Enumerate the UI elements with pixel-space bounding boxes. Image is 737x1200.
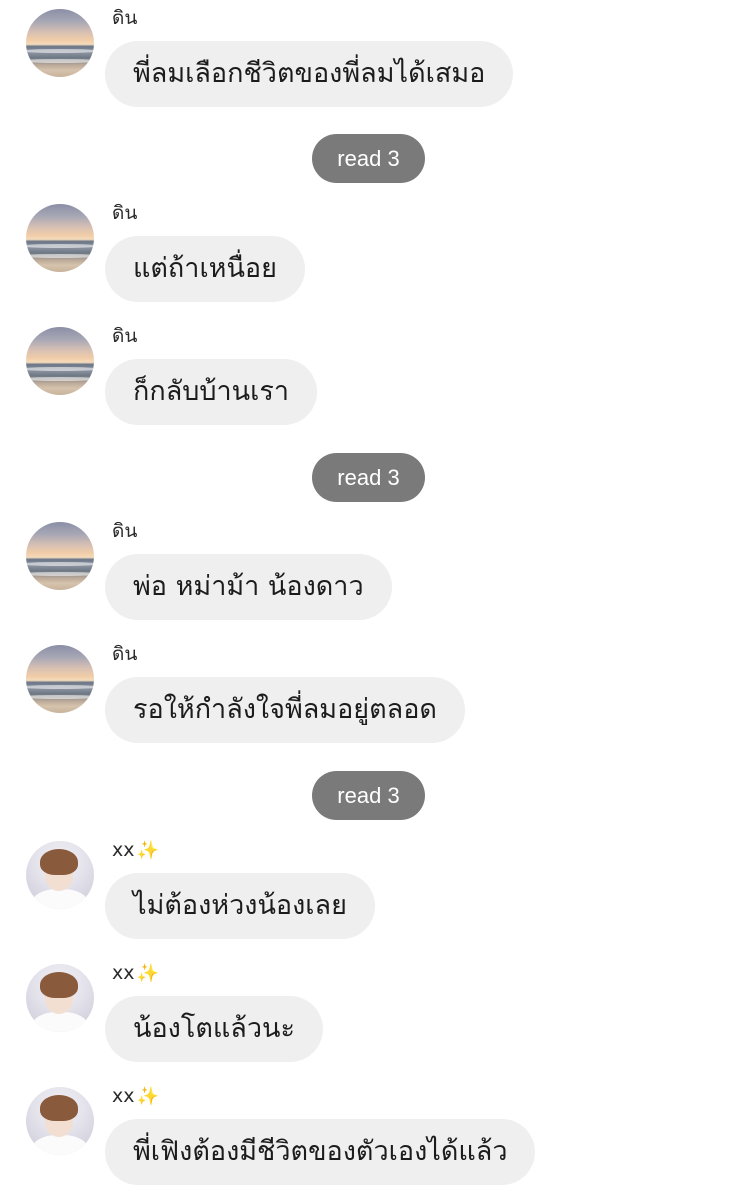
message-bubble[interactable]: พี่เฟิงต้องมีชีวิตของตัวเองได้แล้ว xyxy=(105,1119,536,1185)
message-bubble[interactable]: พ่อ หม่าม้า น้องดาว xyxy=(105,554,392,620)
sparkles-icon: ✨ xyxy=(136,1086,159,1107)
read-receipt-badge: read 3 xyxy=(312,134,425,183)
chat-thread: ดิน พี่ลมเลือกชีวิตของพี่ลมได้เสมอ read … xyxy=(0,0,737,1200)
sender-name: ดิน xyxy=(112,520,138,542)
sender-name: xx ✨ xyxy=(112,1085,159,1107)
message-row: ดิน รอให้กำลังใจพี่ลมอยู่ตลอด xyxy=(0,636,737,746)
message-row: ดิน ก็กลับบ้านเรา xyxy=(0,318,737,428)
avatar[interactable] xyxy=(26,204,94,272)
avatar[interactable] xyxy=(26,522,94,590)
sender-name: ดิน xyxy=(112,7,138,29)
message-row: xx ✨ พี่เฟิงต้องมีชีวิตของตัวเองได้แล้ว xyxy=(0,1078,737,1188)
avatar[interactable] xyxy=(26,645,94,713)
message-bubble[interactable]: พี่ลมเลือกชีวิตของพี่ลมได้เสมอ xyxy=(105,41,514,107)
sparkles-icon: ✨ xyxy=(136,963,159,984)
message-row: ดิน พี่ลมเลือกชีวิตของพี่ลมได้เสมอ xyxy=(0,0,737,110)
avatar[interactable] xyxy=(26,1087,94,1155)
avatar[interactable] xyxy=(26,841,94,909)
sender-name: ดิน xyxy=(112,325,138,347)
read-receipt-badge: read 3 xyxy=(312,771,425,820)
message-bubble[interactable]: แต่ถ้าเหนื่อย xyxy=(105,236,305,302)
message-bubble[interactable]: น้องโตแล้วนะ xyxy=(105,996,323,1062)
sparkles-icon: ✨ xyxy=(136,840,159,861)
sender-name: xx ✨ xyxy=(112,839,159,861)
avatar[interactable] xyxy=(26,964,94,1032)
avatar[interactable] xyxy=(26,327,94,395)
read-receipt-badge: read 3 xyxy=(312,453,425,502)
message-row: ดิน แต่ถ้าเหนื่อย xyxy=(0,195,737,305)
message-row: xx ✨ น้องโตแล้วนะ xyxy=(0,955,737,1065)
message-bubble[interactable]: ไม่ต้องห่วงน้องเลย xyxy=(105,873,375,939)
avatar[interactable] xyxy=(26,9,94,77)
message-row: ดิน พ่อ หม่าม้า น้องดาว xyxy=(0,513,737,623)
sender-name: ดิน xyxy=(112,643,138,665)
message-bubble[interactable]: รอให้กำลังใจพี่ลมอยู่ตลอด xyxy=(105,677,465,743)
sender-name: ดิน xyxy=(112,202,138,224)
sender-name: xx ✨ xyxy=(112,962,159,984)
message-row: xx ✨ ไม่ต้องห่วงน้องเลย xyxy=(0,832,737,942)
message-bubble[interactable]: ก็กลับบ้านเรา xyxy=(105,359,318,425)
